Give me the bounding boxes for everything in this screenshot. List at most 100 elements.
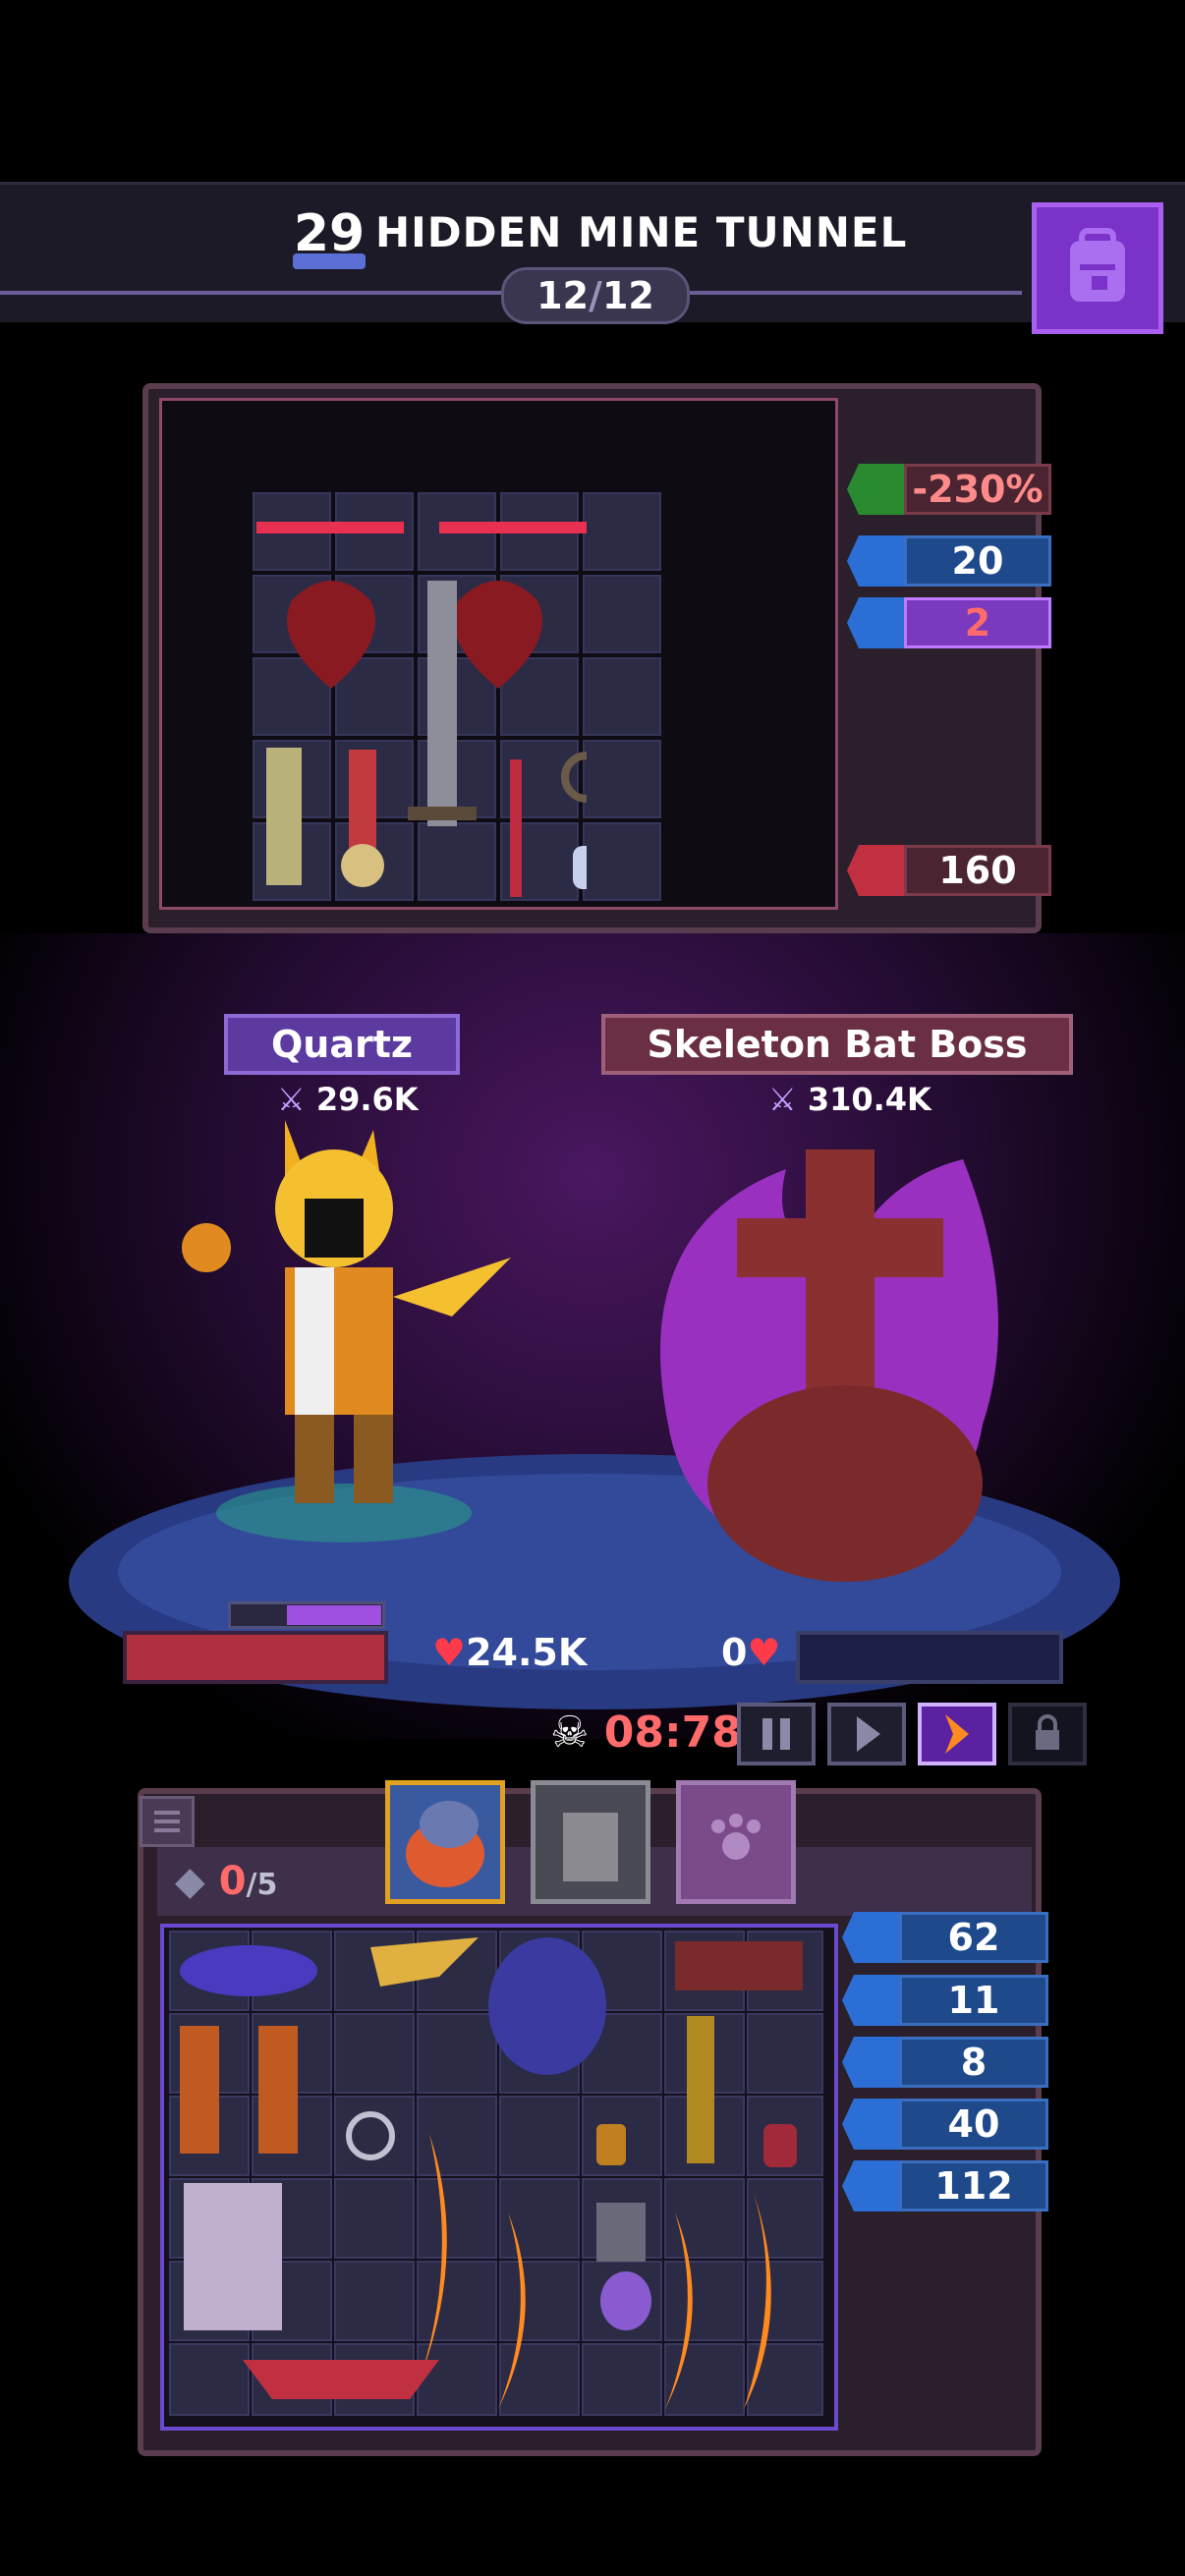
boss-power-value: 310.4K [807,1081,931,1118]
heart-icon: ♥ [747,1631,781,1674]
inv-stat-demon: 8 [842,2037,1048,2088]
list-icon [154,1811,180,1832]
pause-icon [762,1718,790,1750]
boot-icon [842,2160,901,2212]
fast-forward-button[interactable] [918,1703,996,1765]
fairy-pet-item-icon [184,2183,282,2330]
pet-slot-golem[interactable] [531,1780,650,1904]
crit-slash-icon [847,464,906,515]
boss-power: ⚔ 310.4K [768,1081,931,1118]
fast-forward-icon [945,1714,969,1754]
potion-item-icon [596,2124,626,2165]
grid-cell[interactable] [583,657,661,736]
boss-name-tag: Skeleton Bat Boss [601,1014,1073,1075]
fire-heart-icon [847,845,906,896]
inv-stat-target: 40 [842,2099,1048,2150]
blade-item-icon [439,522,587,533]
slots-total: 5 [256,1868,278,1902]
play-button[interactable] [827,1703,906,1765]
stat-value: 40 [899,2099,1048,2150]
potion-item-icon [573,846,587,889]
stat-value: 11 [899,1975,1048,2026]
hero-character [182,1120,511,1542]
inventory-grid-cells [169,1931,823,2416]
stat-value: -230% [904,464,1051,515]
backpack-button[interactable] [1032,202,1163,334]
wave-separator: / [589,274,602,317]
skull-icon: ☠ [550,1708,590,1758]
stat-value: 160 [904,845,1051,896]
stat-fire-heart: 160 [847,845,1051,896]
stat-value: 2 [904,597,1051,648]
snail-item-icon [600,2271,651,2330]
grid-cell[interactable] [583,575,661,653]
pet-slot-dragon[interactable] [385,1780,505,1904]
stat-value: 62 [899,1912,1048,1963]
ring-item-icon [561,752,587,803]
bat-wings-item-icon [243,2360,439,2399]
boss-loot-grid [159,398,838,910]
hero-hp-bar [123,1631,388,1684]
inventory-menu-button[interactable] [140,1796,195,1847]
gem-icon: ◆ [175,1859,205,1904]
hero-hp-value: ♥24.5K [432,1631,587,1674]
paw-icon [711,1814,761,1860]
heart-item-icon [287,581,375,689]
battle-timer: ☠ 08:78 [550,1708,742,1758]
greatsword-item-icon [427,581,457,826]
potion-item-icon [763,2124,797,2167]
stat-demon: 20 [847,535,1051,587]
stat-skull: 2 [847,597,1051,648]
level-number: 29 [293,204,366,263]
stat-value: 112 [899,2160,1048,2212]
stat-crit-reduction: -230% [847,464,1051,515]
medal-item-icon [349,750,376,848]
hero-name-tag: Quartz [224,1014,460,1075]
bone-item-icon [266,748,302,885]
slots-separator: / [246,1868,257,1902]
wave-total: 12 [601,274,654,317]
timer-text: 08:78 [603,1708,742,1758]
inv-stat-swords: 11 [842,1975,1048,2026]
pet-slot-empty[interactable] [676,1780,796,1904]
blade-item-icon [256,522,404,533]
fish-item-icon [180,1945,317,1996]
stat-value: 8 [899,2037,1048,2088]
wave-current: 12 [536,274,590,317]
inv-stat-scroll: 62 [842,1912,1048,1963]
hero-shield-fill [287,1605,381,1625]
play-icon [857,1716,880,1752]
scroll-icon [842,1912,901,1963]
speed-lock-button[interactable] [1008,1703,1087,1765]
golem-pet-icon [563,1813,618,1881]
heart-icon: ♥ [432,1631,467,1674]
backpack-icon [1070,228,1125,302]
skull-icon [847,597,906,648]
grid-cell[interactable] [583,740,661,818]
pet-slots-counter: ◆ 0/5 [175,1859,277,1904]
boss-hp-text: 0 [721,1631,748,1674]
bat-pet-item-icon [488,1937,606,2075]
boss-hp-value: 0♥ [721,1631,781,1674]
dragon-pet-icon [406,1801,484,1887]
boss-character [660,1149,998,1582]
flashlight-item-icon [687,2016,714,2163]
crossed-swords-icon [842,1975,901,2026]
pause-button[interactable] [737,1703,816,1765]
sword-icon: ⚔ [768,1081,797,1118]
grid-cell[interactable] [583,822,661,901]
inventory-grid [160,1924,838,2431]
inv-stat-boot: 112 [842,2160,1048,2212]
stat-value: 20 [904,535,1051,587]
target-icon [842,2099,901,2150]
lock-icon [1036,1714,1059,1750]
boss-items-art [256,522,587,897]
demon-mask-icon [842,2037,901,2088]
wave-counter: 12/12 [501,267,690,324]
chest-item-icon [675,1941,803,1990]
slots-used: 0 [218,1859,247,1904]
grid-cell[interactable] [583,492,661,571]
area-title: HIDDEN MINE TUNNEL [375,208,908,256]
glove-item-icon [596,2203,646,2262]
dagger-item-icon [510,759,522,897]
